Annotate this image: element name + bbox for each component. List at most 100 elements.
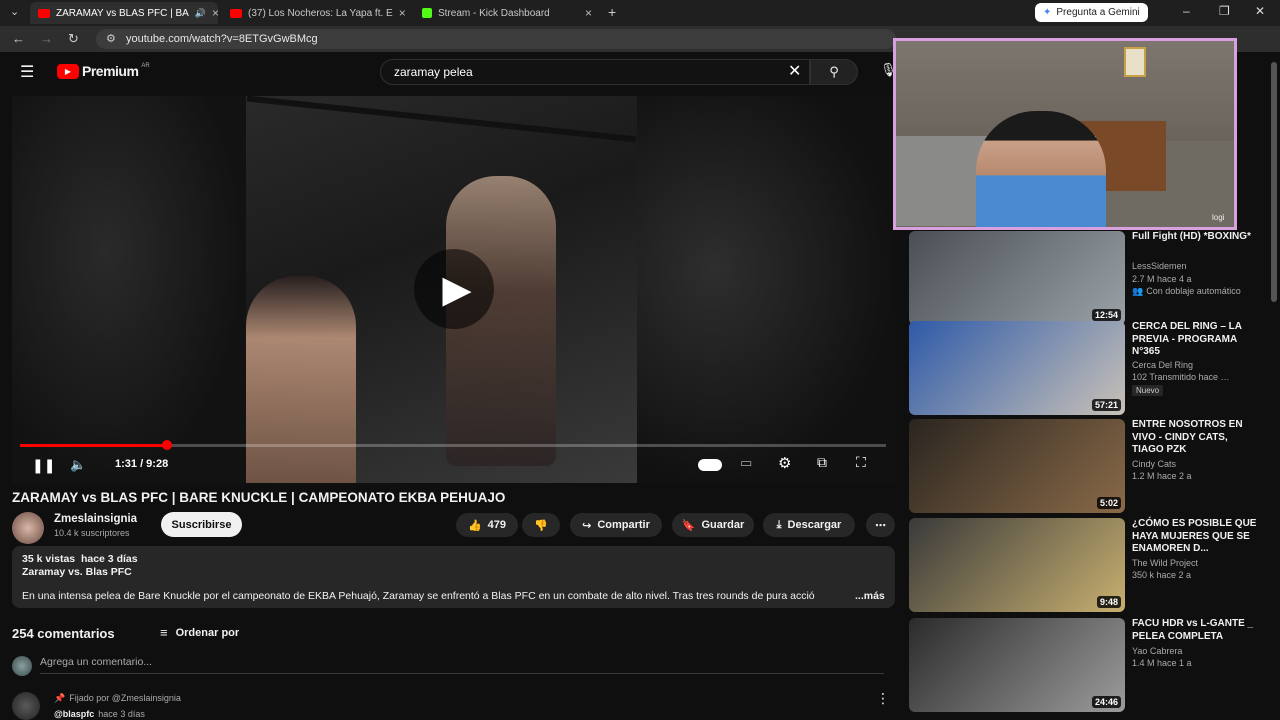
fullscreen-icon[interactable]: ⛶: [856, 454, 866, 471]
recommendation-title: ¿CÓMO ES POSIBLE QUE HAYA MUJERES QUE SE…: [1132, 518, 1257, 554]
minimize-icon[interactable]: –: [1183, 4, 1190, 18]
gemini-label: Pregunta a Gemini: [1056, 7, 1140, 18]
kick-favicon-icon: [422, 8, 432, 18]
recommendation-title: CERCA DEL RING – LA PREVIA - PROGRAMA N°…: [1132, 321, 1242, 357]
url-text: youtube.com/watch?v=8ETGvGwBMcg: [126, 33, 318, 45]
youtube-play-logo-icon: ▶: [57, 63, 79, 79]
fighter-left: [246, 276, 356, 483]
recommendation-item[interactable]: 5:02 ENTRE NOSOTROS EN VIVO - CINDY CATS…: [909, 419, 1269, 513]
like-count: 479: [487, 519, 507, 531]
clear-search-icon[interactable]: ✕: [788, 61, 801, 81]
dislike-button[interactable]: 👎: [522, 513, 560, 537]
tab-list-chevron-icon[interactable]: ⌄: [10, 5, 19, 18]
forward-icon[interactable]: →: [40, 31, 53, 46]
subscriber-count: 10.4 k suscriptores: [54, 528, 130, 538]
auto-dub-label: 👥 Con doblaje automático: [1132, 286, 1241, 297]
youtube-logo[interactable]: ▶ Premium AR: [57, 63, 150, 79]
recommendation-thumbnail[interactable]: 12:54: [909, 231, 1125, 325]
gemini-button[interactable]: ✦ Pregunta a Gemini: [1035, 3, 1148, 22]
pin-icon: 📌: [54, 693, 66, 703]
description-subtitle: Zaramay vs. Blas PFC: [22, 566, 132, 578]
save-label: Guardar: [701, 519, 745, 531]
video-blur-left: [12, 96, 246, 483]
duration-badge: 5:02: [1096, 497, 1121, 509]
close-window-icon[interactable]: ✕: [1255, 4, 1265, 18]
search-button[interactable]: ⚲: [810, 59, 858, 85]
recommendation-item[interactable]: 57:21 CERCA DEL RING – LA PREVIA - PROGR…: [909, 321, 1269, 415]
volume-icon[interactable]: 🔈: [70, 457, 86, 473]
channel-name[interactable]: Zmeslainsignia: [54, 513, 137, 525]
subtitles-icon[interactable]: ▭: [740, 455, 752, 471]
site-info-icon[interactable]: ⚙: [106, 32, 116, 45]
close-tab-icon[interactable]: ×: [585, 6, 592, 20]
recommendation-channel: The Wild Project: [1132, 558, 1199, 568]
tab-los-nocheros[interactable]: (37) Los Nocheros: La Yapa ft. E ×: [222, 2, 408, 24]
comment-time: hace 3 días: [98, 709, 145, 719]
add-comment-input[interactable]: Agrega un comentario...: [40, 656, 884, 674]
share-icon: ↪: [582, 519, 592, 532]
comment-header: @blaspfc hace 3 días: [54, 709, 145, 719]
recommendation-thumbnail[interactable]: 24:46: [909, 618, 1125, 712]
close-tab-icon[interactable]: ×: [399, 6, 406, 20]
save-button[interactable]: 🔖 Guardar: [672, 513, 754, 537]
search-icon: ⚲: [829, 64, 839, 79]
ring-ropes: [246, 96, 637, 143]
recommendation-thumbnail[interactable]: 57:21: [909, 321, 1125, 415]
subscribe-button[interactable]: Suscribirse: [161, 512, 242, 537]
time-display: 1:31 / 9:28: [115, 458, 169, 470]
recommendation-item[interactable]: 9:48 ¿CÓMO ES POSIBLE QUE HAYA MUJERES Q…: [909, 518, 1269, 612]
recommendation-item[interactable]: 12:54 Full Fight (HD) *BOXING* LessSidem…: [909, 231, 1269, 325]
subscribe-label: Suscribirse: [171, 518, 232, 531]
recommendation-thumbnail[interactable]: 9:48: [909, 518, 1125, 612]
share-button[interactable]: ↪ Compartir: [570, 513, 662, 537]
menu-icon[interactable]: ☰: [20, 62, 34, 82]
tab-title: ZARAMAY vs BLAS PFC | BA: [56, 7, 189, 19]
close-tab-icon[interactable]: ×: [212, 6, 218, 20]
duration-badge: 24:46: [1091, 696, 1121, 708]
recommendation-meta: 1.4 M hace 1 a: [1132, 658, 1192, 668]
page-scrollbar[interactable]: [1270, 52, 1278, 720]
comment-author-avatar[interactable]: [12, 692, 40, 720]
autoplay-toggle[interactable]: [698, 459, 722, 471]
new-tab-button[interactable]: +: [608, 4, 616, 20]
recommendation-channel: LessSidemen: [1132, 261, 1187, 271]
comment-count: 254 comentarios: [12, 626, 115, 641]
pinned-label: Fijado por @Zmeslainsignia: [69, 693, 181, 703]
restore-icon[interactable]: ❐: [1219, 4, 1230, 18]
reload-icon[interactable]: ↻: [68, 31, 79, 47]
search-value: zaramay pelea: [394, 65, 473, 79]
sort-label: Ordenar por: [175, 626, 240, 639]
download-button[interactable]: ⤓ Descargar: [763, 513, 855, 537]
play-icon: ▶: [442, 268, 472, 311]
logo-text: Premium: [82, 63, 139, 79]
webcam-overlay: logi: [893, 38, 1237, 230]
like-button[interactable]: 👍 479: [456, 513, 518, 537]
address-bar[interactable]: ⚙ youtube.com/watch?v=8ETGvGwBMcg: [96, 29, 896, 49]
more-actions-button[interactable]: ⋯: [866, 513, 895, 537]
recommendation-thumbnail[interactable]: 5:02: [909, 419, 1125, 513]
show-more-link[interactable]: ...más: [855, 590, 885, 602]
play-overlay-button[interactable]: ▶: [414, 249, 494, 329]
pause-icon[interactable]: ❚❚: [32, 457, 55, 474]
miniplayer-icon[interactable]: ⧉: [817, 454, 827, 471]
channel-avatar[interactable]: [12, 512, 44, 544]
duration-badge: 12:54: [1091, 309, 1121, 321]
recommendation-item[interactable]: 24:46 FACU HDR vs L-GANTE _ PELEA COMPLE…: [909, 618, 1269, 712]
webcam-frame-picture: [1124, 47, 1146, 77]
back-icon[interactable]: ←: [12, 31, 25, 46]
description-box[interactable]: 35 k vistas hace 3 días Zaramay vs. Blas…: [12, 546, 895, 608]
search-input[interactable]: zaramay pelea: [380, 59, 810, 85]
add-comment-placeholder: Agrega un comentario...: [40, 656, 153, 668]
progress-bar[interactable]: [20, 440, 886, 450]
tab-kick-dashboard[interactable]: Stream - Kick Dashboard ×: [414, 2, 600, 24]
tab-youtube-video[interactable]: ZARAMAY vs BLAS PFC | BA 🔊 ×: [30, 2, 218, 24]
video-player[interactable]: ▶ ❚❚ 🔈 1:31 / 9:28 ▭ ⚙ ⧉ ⛶: [12, 96, 895, 483]
sort-icon: ≡: [160, 625, 168, 640]
thumbs-up-icon: 👍: [467, 519, 482, 532]
scrollbar-thumb[interactable]: [1271, 62, 1277, 302]
sort-comments-button[interactable]: ≡ Ordenar por: [160, 625, 239, 640]
settings-icon[interactable]: ⚙: [778, 454, 791, 472]
comment-author[interactable]: @blaspfc: [54, 709, 94, 719]
comment-menu-icon[interactable]: ⋮: [876, 690, 890, 707]
speaker-icon: 🔊: [194, 7, 207, 18]
